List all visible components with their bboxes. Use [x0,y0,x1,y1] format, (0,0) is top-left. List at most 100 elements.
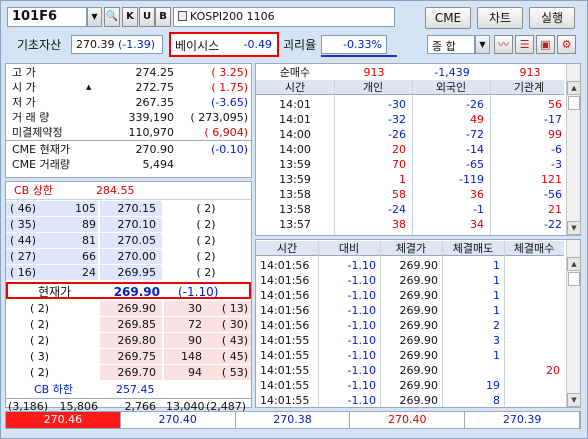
bid-price[interactable]: 269.70 [100,365,162,380]
scroll-down-icon[interactable]: ▼ [567,393,581,407]
ask-price[interactable]: 270.10 [100,217,162,232]
settings-chart-icon[interactable]: ⚙ [557,35,576,54]
column-divider [442,241,443,407]
recent-price-cell: 270.40 [121,412,236,428]
investor-row: 13:58 -24 -1 21 [256,202,564,217]
window-icon[interactable]: ▣ [536,35,555,54]
ask-row[interactable]: ( 16) 24 269.95 ( 2) [6,265,251,280]
ask-price[interactable]: 269.95 [100,265,162,280]
tick-row: 14:01:56 -1.10 269.90 2 [256,318,564,333]
bid-row[interactable]: ( 2) 269.85 72 ( 30) [6,317,251,332]
ask-count: 89 [82,218,96,231]
cme-button[interactable]: CME [425,7,471,29]
tick-cell: 14:01:56 [260,259,310,272]
investor-header-cell: 외국인 [435,81,467,94]
ask-row[interactable]: ( 35) 89 270.10 ( 2) [6,217,251,232]
tick-cell: 19 [486,379,500,392]
cme-value: 5,494 [142,158,175,171]
column-divider [504,241,505,407]
investor-header-cell: 개인 [362,81,384,94]
code-dropdown-button[interactable]: ▼ [87,7,102,27]
tick-cell: 1 [493,289,500,302]
order-window: 101F6 ▼ 🔍 K U B KOSPI200 1106 CME 차트 실행 … [0,0,588,439]
tick-cell: -1.10 [347,319,376,332]
investor-cell: 1 [399,173,406,186]
scroll-thumb[interactable] [568,96,580,110]
tick-cell [442,363,500,378]
tick-cell: -1.10 [347,289,376,302]
investor-cell: 70 [392,158,406,171]
bid-count-change: ( 2) [30,302,50,315]
scroll-thumb[interactable] [568,272,580,286]
bid-price[interactable]: 269.75 [100,349,162,364]
quote-row: 거 래 량 339,190 ( 273,095) [6,110,251,125]
basis-label: 베이시스 [175,39,220,53]
ask-row[interactable]: ( 46) 105 270.15 ( 2) [6,201,251,216]
investor-cell: 38 [392,218,406,231]
ticks-scrollbar[interactable]: ▲ ▼ [566,240,581,407]
ask-count-change: ( 46) [10,202,37,215]
tick-cell [504,303,560,318]
b-button[interactable]: B [155,7,171,27]
quote-summary-panel: 고 가 274.25( 3.25) 시 가 ▲ 272.75( 1.75) 저 가 267.… [5,63,252,178]
scroll-down-icon[interactable]: ▼ [567,221,581,235]
lower-limit-row: CB 하한 257.45 [6,382,251,397]
quote-value: 267.35 [135,96,175,109]
investor-cell: 14:00 [279,143,311,156]
tick-cell [504,393,560,408]
quote-change: ( 6,904) [204,126,248,139]
tick-cell: 1 [493,349,500,362]
bid-price[interactable]: 269.80 [100,333,162,348]
recent-price-cell: 270.39 [465,412,580,428]
recent-price-cell: 270.46 [6,412,121,428]
ask-count: 105 [75,202,96,215]
ask-row[interactable]: ( 44) 81 270.05 ( 2) [6,233,251,248]
chart-button[interactable]: 차트 [477,7,523,29]
view-combo[interactable]: 종 합 [427,35,475,54]
tick-cell: 14:01:56 [260,274,310,287]
investor-cell: -3 [551,158,562,171]
k-button[interactable]: K [122,7,138,27]
bid-row[interactable]: ( 3) 269.75 148 ( 45) [6,349,251,364]
execute-button[interactable]: 실행 [529,7,575,29]
current-price: 269.90 [113,285,160,299]
investor-row: 13:57 38 34 -22 [256,217,564,232]
investor-cell: 14:01 [279,98,311,111]
bid-price[interactable]: 269.85 [100,317,162,332]
investor-cell: 13:58 [279,203,311,216]
line-chart-icon[interactable]: 〰 [494,35,513,54]
cme-value: 270.90 [135,143,175,156]
tick-cell: 269.90 [399,394,439,407]
scroll-up-icon[interactable]: ▲ [567,81,581,95]
bid-row[interactable]: ( 2) 269.90 30 ( 13) [6,301,251,316]
instrument-name: KOSPI200 1106 [173,7,395,27]
quote-row: 고 가 274.25 ( 3.25) [6,65,251,80]
view-combo-dropdown[interactable]: ▼ [475,35,490,54]
base-asset-value: 270.39 (-1.39) [71,35,163,54]
tick-cell [504,318,560,333]
ask-price[interactable]: 270.15 [100,201,162,216]
u-button[interactable]: U [139,7,155,27]
bid-row[interactable]: ( 2) 269.80 90 ( 43) [6,333,251,348]
investor-scrollbar[interactable]: ▲ ▼ [566,64,581,235]
ask-row[interactable]: ( 27) 66 270.00 ( 2) [6,249,251,264]
ask-price[interactable]: 270.00 [100,249,162,264]
bid-row[interactable]: ( 2) 269.70 94 ( 53) [6,365,251,380]
investor-cell: 14:00 [279,128,311,141]
quote-change: ( 1.75) [211,81,248,94]
list-icon[interactable]: ☰ [515,35,534,54]
lock-icon [178,11,187,21]
net-value: 913 [519,66,541,79]
tick-cell [504,258,560,273]
code-input[interactable]: 101F6 [7,7,87,27]
upper-limit-row: CB 상한 284.55 [14,184,135,197]
scroll-up-icon[interactable]: ▲ [567,257,581,271]
tick-cell [504,333,560,348]
cme-change [176,157,248,172]
quote-value: 274.25 [135,66,175,79]
bid-price[interactable]: 269.90 [100,301,162,316]
net-value: -1,439 [434,66,470,79]
search-button[interactable]: 🔍 [104,7,120,27]
ask-price[interactable]: 270.05 [100,233,162,248]
investor-cell: -119 [459,173,484,186]
